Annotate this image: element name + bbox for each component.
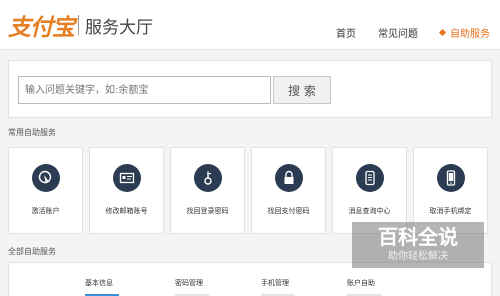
service-hall-title: 服务大厅 (85, 17, 153, 38)
phone-icon (437, 164, 465, 192)
nav-self-service[interactable]: 自助服务 (438, 25, 490, 40)
watermark-subtitle: 助你轻松解决 (388, 251, 448, 262)
category-password[interactable]: 密码管理 (175, 278, 209, 296)
top-nav: 首页 常见问题 自助服务 (314, 25, 490, 40)
service-card-label: 取消手机绑定 (429, 207, 472, 215)
all-services-heading: 全部自助服务 (8, 247, 56, 256)
cursor-click-icon (32, 164, 60, 192)
search-panel: 搜 索 (8, 60, 492, 118)
service-card-label: 找回支付密码 (267, 207, 310, 215)
nav-home[interactable]: 首页 (336, 25, 356, 40)
category-label: 账户自助 (347, 279, 375, 287)
site-header: 支付宝 服务大厅 首页 常见问题 自助服务 (0, 0, 500, 50)
category-label: 基本信息 (85, 279, 113, 287)
key-icon (194, 164, 222, 192)
category-label: 密码管理 (175, 279, 203, 287)
lock-icon (275, 164, 303, 192)
common-services-grid: 激活账户 修改邮箱账号 找回登录密码 找回支付密码 消息查询中心 取消手机绑定 (8, 147, 488, 234)
nav-faq[interactable]: 常见问题 (378, 25, 418, 40)
id-card-icon (113, 164, 141, 192)
service-card-unbind-phone[interactable]: 取消手机绑定 (413, 147, 488, 234)
service-card-label: 修改邮箱账号 (105, 207, 148, 215)
service-card-message-center[interactable]: 消息查询中心 (332, 147, 407, 234)
search-button[interactable]: 搜 索 (273, 76, 331, 104)
search-input[interactable] (18, 76, 271, 104)
logo-divider (78, 15, 79, 35)
document-icon (356, 164, 384, 192)
common-services-heading: 常用自助服务 (8, 128, 56, 137)
nav-self-service-label: 自助服务 (450, 29, 490, 40)
service-card-activate-account[interactable]: 激活账户 (8, 147, 83, 234)
category-phone[interactable]: 手机管理 (261, 278, 295, 296)
watermark-title: 百科全说 (378, 225, 458, 249)
service-card-recover-pay-password[interactable]: 找回支付密码 (251, 147, 326, 234)
category-label: 手机管理 (261, 279, 289, 287)
service-card-label: 激活账户 (31, 207, 60, 215)
category-basic-info[interactable]: 基本信息 (85, 278, 119, 296)
watermark-overlay: 百科全说 助你轻松解决 (352, 222, 484, 268)
service-card-recover-login-password[interactable]: 找回登录密码 (170, 147, 245, 234)
diamond-icon (438, 28, 447, 37)
alipay-logo[interactable]: 支付宝 服务大厅 (8, 10, 153, 41)
category-account[interactable]: 账户自助 (347, 278, 381, 296)
service-card-label: 消息查询中心 (348, 207, 391, 215)
logo-mark: 支付宝 (8, 14, 75, 41)
service-card-change-email[interactable]: 修改邮箱账号 (89, 147, 164, 234)
service-card-label: 找回登录密码 (186, 207, 229, 215)
